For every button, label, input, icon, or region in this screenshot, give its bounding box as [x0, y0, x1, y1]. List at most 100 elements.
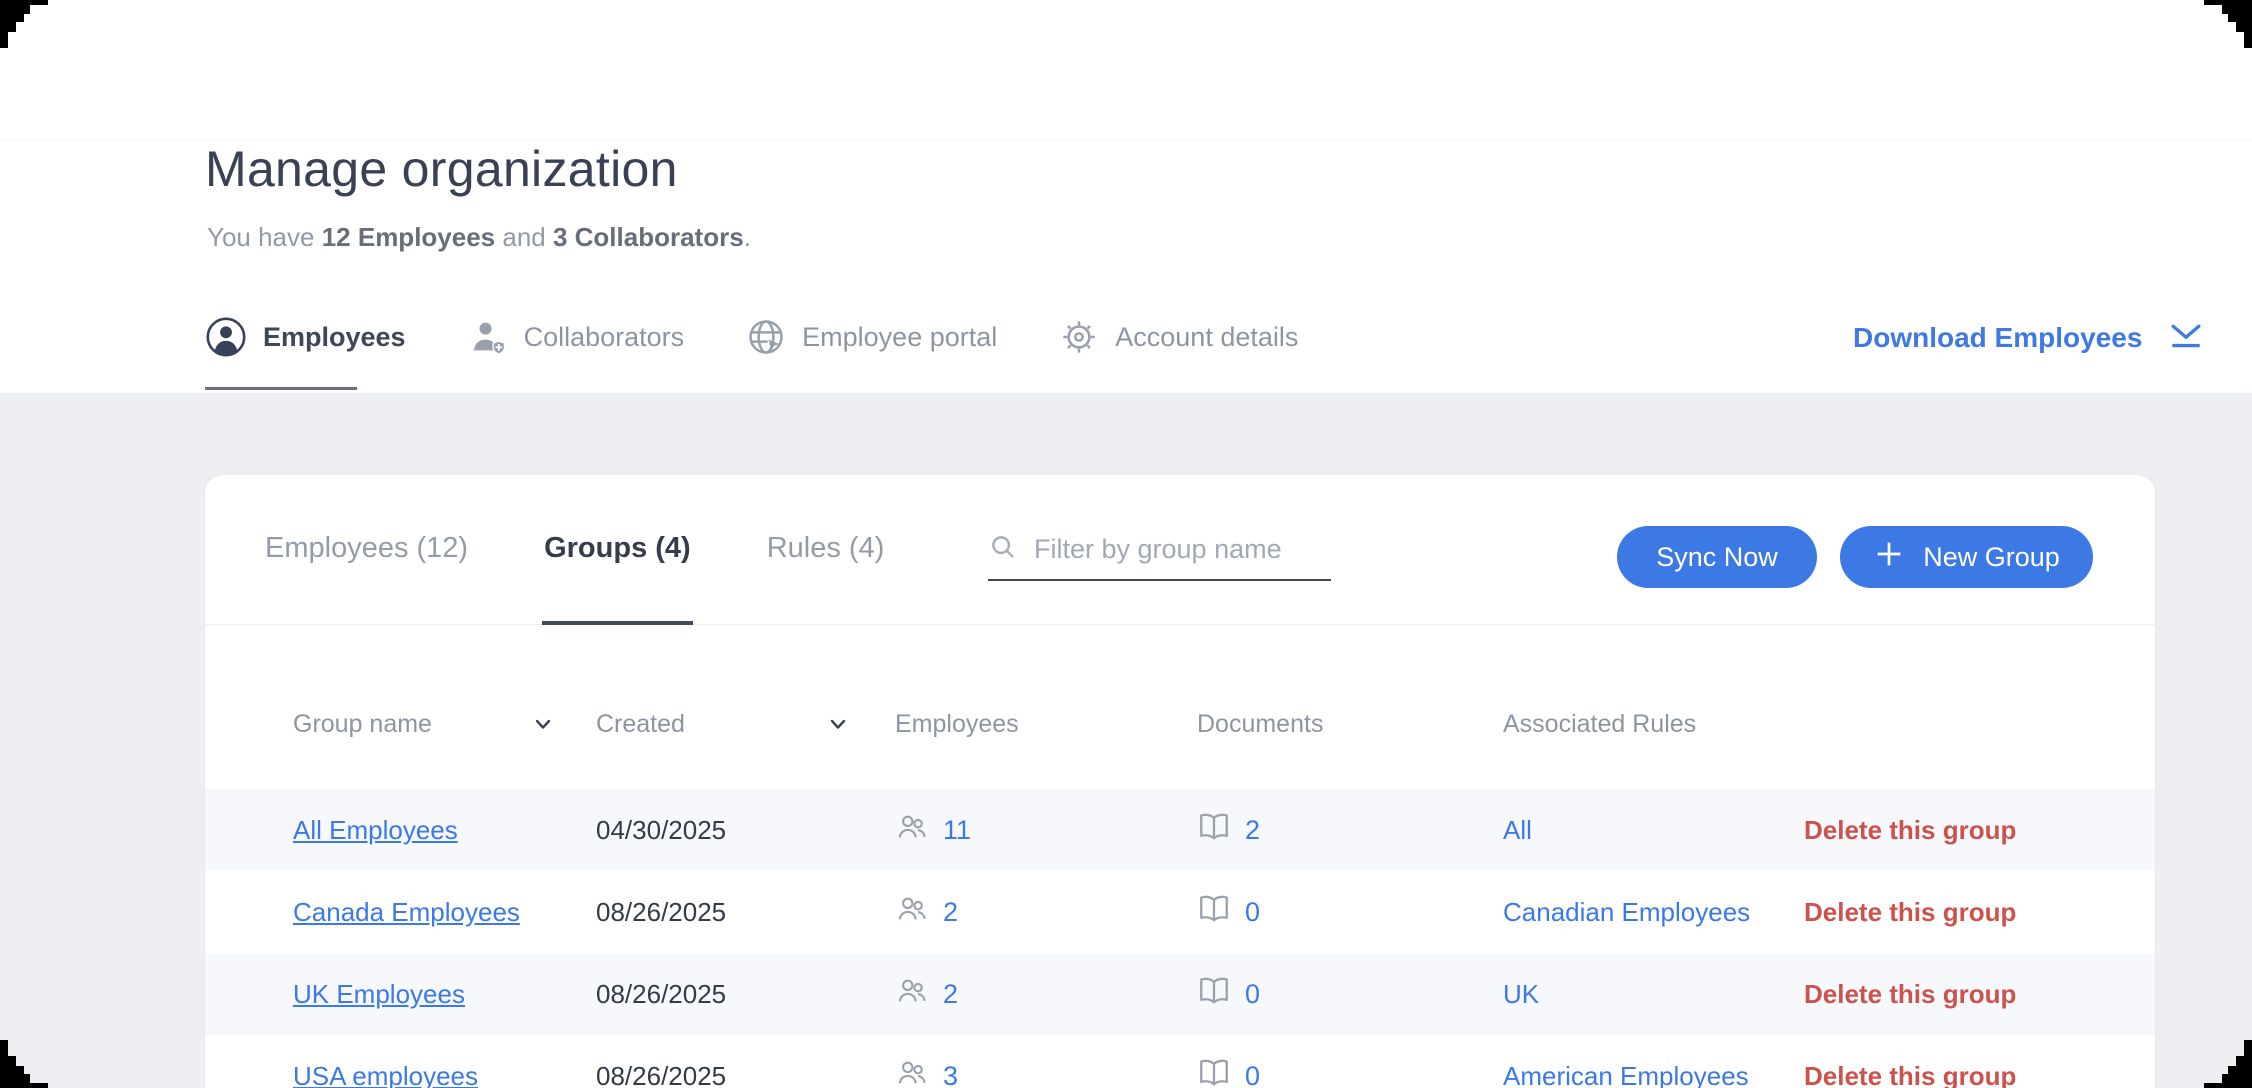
table-body: All Employees 04/30/2025 11 2 [205, 789, 2155, 1088]
nav-tab-employees-label: Employees [263, 322, 406, 353]
associated-rule-link[interactable]: American Employees [1503, 1061, 1804, 1088]
subtitle-suffix: . [744, 222, 751, 252]
employees-cell: 3 [895, 1056, 1197, 1088]
table-header: Group name Created Employees Documents A… [205, 625, 2155, 789]
associated-rule-link[interactable]: All [1503, 815, 1804, 846]
employees-cell: 11 [895, 810, 1197, 851]
groups-card: Employees (12) Groups (4) Rules (4) Sync… [205, 475, 2155, 1088]
documents-count-link[interactable]: 0 [1245, 897, 1260, 928]
delete-group-link[interactable]: Delete this group [1804, 1061, 2155, 1088]
download-chevron-icon [2168, 318, 2204, 357]
book-icon [1197, 892, 1231, 933]
sort-group-name-icon[interactable] [532, 713, 554, 735]
people-icon [895, 1056, 929, 1088]
page-subtitle: You have 12 Employees and 3 Collaborator… [207, 222, 751, 253]
main-section: Employees (12) Groups (4) Rules (4) Sync… [0, 393, 2252, 1088]
book-icon [1197, 810, 1231, 851]
column-group-name-label: Group name [293, 710, 432, 739]
group-name-link[interactable]: All Employees [293, 815, 458, 845]
tab-rules-4[interactable]: Rules (4) [765, 475, 887, 625]
card-header: Employees (12) Groups (4) Rules (4) Sync… [205, 475, 2155, 625]
subtitle-collaborator-count: 3 Collaborators [553, 222, 744, 252]
subtitle-employee-count: 12 Employees [322, 222, 495, 252]
new-group-label: New Group [1923, 542, 2060, 573]
employees-cell: 2 [895, 892, 1197, 933]
nav-tab-employee-portal[interactable]: Employee portal [746, 317, 997, 357]
globe-cursor-icon [746, 317, 786, 357]
associated-rule-link[interactable]: UK [1503, 979, 1804, 1010]
documents-cell: 0 [1197, 974, 1503, 1015]
employees-count-link[interactable]: 2 [943, 897, 958, 928]
delete-group-link[interactable]: Delete this group [1804, 815, 2155, 846]
column-group-name: Group name [293, 710, 596, 739]
org-nav-tabs: Employees Collaborators [205, 305, 1298, 369]
page-title: Manage organization [205, 140, 678, 198]
documents-cell: 0 [1197, 1056, 1503, 1088]
delete-group-link[interactable]: Delete this group [1804, 897, 2155, 928]
employees-count-link[interactable]: 2 [943, 979, 958, 1010]
download-employees-button[interactable]: Download Employees [1853, 318, 2204, 357]
active-tab-underline [205, 387, 357, 390]
people-icon [895, 810, 929, 851]
card-tabs: Employees (12) Groups (4) Rules (4) [263, 475, 886, 625]
sync-now-label: Sync Now [1656, 542, 1778, 573]
subtitle-prefix: You have [207, 222, 322, 252]
people-icon [895, 974, 929, 1015]
sort-created-icon[interactable] [827, 713, 849, 735]
group-name-link[interactable]: USA employees [293, 1061, 478, 1088]
search-icon [988, 532, 1018, 567]
delete-group-link[interactable]: Delete this group [1804, 979, 2155, 1010]
nav-tab-collaborators[interactable]: Collaborators [468, 317, 685, 357]
documents-count-link[interactable]: 2 [1245, 815, 1260, 846]
person-circle-icon [205, 316, 247, 358]
column-documents: Documents [1197, 710, 1503, 739]
documents-count-link[interactable]: 0 [1245, 979, 1260, 1010]
created-cell: 08/26/2025 [596, 897, 895, 928]
table-row: All Employees 04/30/2025 11 2 [205, 789, 2155, 871]
created-cell: 08/26/2025 [596, 1061, 895, 1088]
new-group-button[interactable]: New Group [1840, 526, 2093, 588]
group-name-cell: All Employees [293, 815, 596, 846]
created-cell: 04/30/2025 [596, 815, 895, 846]
person-add-icon [468, 317, 508, 357]
table-row: UK Employees 08/26/2025 2 0 [205, 953, 2155, 1035]
employees-cell: 2 [895, 974, 1197, 1015]
documents-count-link[interactable]: 0 [1245, 1061, 1260, 1088]
associated-rule-link[interactable]: Canadian Employees [1503, 897, 1804, 928]
nav-tab-collaborators-label: Collaborators [524, 322, 685, 353]
column-associated-rules-label: Associated Rules [1503, 710, 1696, 739]
tab-groups-4[interactable]: Groups (4) [542, 475, 693, 625]
subtitle-middle: and [495, 222, 553, 252]
employees-count-link[interactable]: 11 [943, 815, 971, 846]
column-created-label: Created [596, 710, 685, 739]
column-employees: Employees [895, 710, 1197, 739]
group-name-link[interactable]: Canada Employees [293, 897, 520, 927]
column-created: Created [596, 710, 895, 739]
column-employees-label: Employees [895, 710, 1019, 739]
column-associated-rules: Associated Rules [1503, 710, 1804, 739]
tab-employees-12[interactable]: Employees (12) [263, 475, 470, 625]
documents-cell: 0 [1197, 892, 1503, 933]
group-name-link[interactable]: UK Employees [293, 979, 465, 1009]
group-name-cell: Canada Employees [293, 897, 596, 928]
employees-count-link[interactable]: 3 [943, 1061, 958, 1088]
nav-tab-employee-portal-label: Employee portal [802, 322, 997, 353]
nav-tab-account-details-label: Account details [1115, 322, 1298, 353]
download-employees-label: Download Employees [1853, 322, 2142, 354]
group-name-cell: UK Employees [293, 979, 596, 1010]
nav-tab-employees[interactable]: Employees [205, 316, 406, 358]
created-cell: 08/26/2025 [596, 979, 895, 1010]
book-icon [1197, 974, 1231, 1015]
nav-tab-account-details[interactable]: Account details [1059, 317, 1298, 357]
gear-icon [1059, 317, 1099, 357]
group-filter-search[interactable] [988, 532, 1331, 581]
sync-now-button[interactable]: Sync Now [1617, 526, 1817, 588]
table-row: USA employees 08/26/2025 3 0 [205, 1035, 2155, 1088]
search-input[interactable] [1034, 534, 1331, 565]
people-icon [895, 892, 929, 933]
book-icon [1197, 1056, 1231, 1088]
column-documents-label: Documents [1197, 710, 1323, 739]
plus-icon [1873, 538, 1905, 577]
top-section: Manage organization You have 12 Employee… [0, 0, 2252, 393]
documents-cell: 2 [1197, 810, 1503, 851]
